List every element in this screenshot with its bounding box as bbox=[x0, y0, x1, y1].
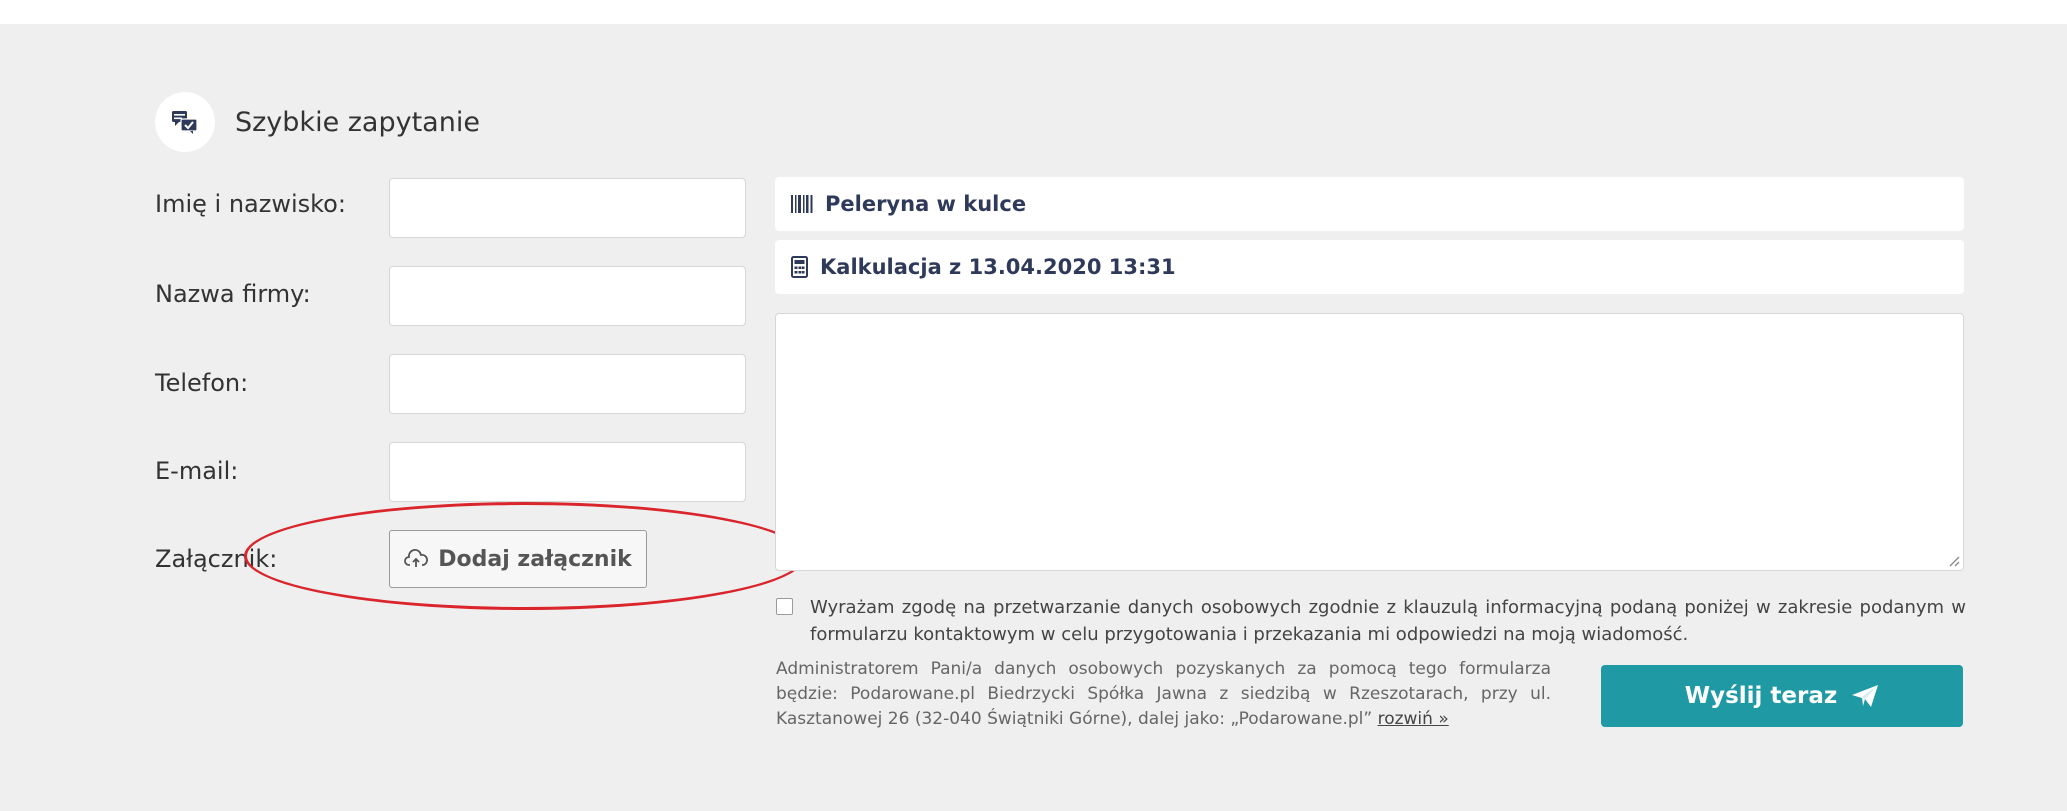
company-input[interactable] bbox=[389, 266, 746, 326]
page-title: Szybkie zapytanie bbox=[235, 106, 480, 138]
product-name: Peleryna w kulce bbox=[825, 192, 1027, 216]
calculator-icon bbox=[791, 256, 808, 278]
chat-check-icon bbox=[172, 111, 198, 134]
message-textarea[interactable] bbox=[775, 313, 1964, 571]
calculation-bar: Kalkulacja z 13.04.2020 13:31 bbox=[775, 240, 1964, 294]
consent-text: Wyrażam zgodę na przetwarzanie danych os… bbox=[810, 597, 1966, 645]
phone-input[interactable] bbox=[389, 354, 746, 414]
header-badge bbox=[155, 92, 215, 152]
name-input[interactable] bbox=[389, 178, 746, 238]
expand-link[interactable]: rozwiń » bbox=[1378, 709, 1449, 729]
phone-label: Telefon: bbox=[155, 369, 249, 397]
name-label: Imię i nazwisko: bbox=[155, 190, 346, 218]
company-label: Nazwa firmy: bbox=[155, 280, 311, 308]
paper-plane-icon bbox=[1852, 685, 1879, 707]
add-attachment-button[interactable]: Dodaj załącznik bbox=[389, 530, 647, 588]
add-attachment-label: Dodaj załącznik bbox=[438, 546, 632, 572]
email-label: E-mail: bbox=[155, 457, 239, 485]
attachment-label: Załącznik: bbox=[155, 545, 278, 573]
send-now-label: Wyślij teraz bbox=[1684, 683, 1838, 709]
calculation-label: Kalkulacja z 13.04.2020 13:31 bbox=[820, 255, 1176, 279]
admin-info: Administratorem Pani/a danych osobowych … bbox=[776, 657, 1551, 732]
send-now-button[interactable]: Wyślij teraz bbox=[1601, 665, 1963, 727]
cloud-upload-icon bbox=[404, 549, 429, 567]
resize-grip-icon[interactable] bbox=[1946, 553, 1960, 567]
quick-inquiry-header: Szybkie zapytanie bbox=[155, 92, 480, 152]
product-bar: Peleryna w kulce bbox=[775, 177, 1964, 231]
consent-checkbox[interactable] bbox=[776, 598, 793, 615]
email-input[interactable] bbox=[389, 442, 746, 502]
barcode-icon bbox=[791, 195, 813, 213]
